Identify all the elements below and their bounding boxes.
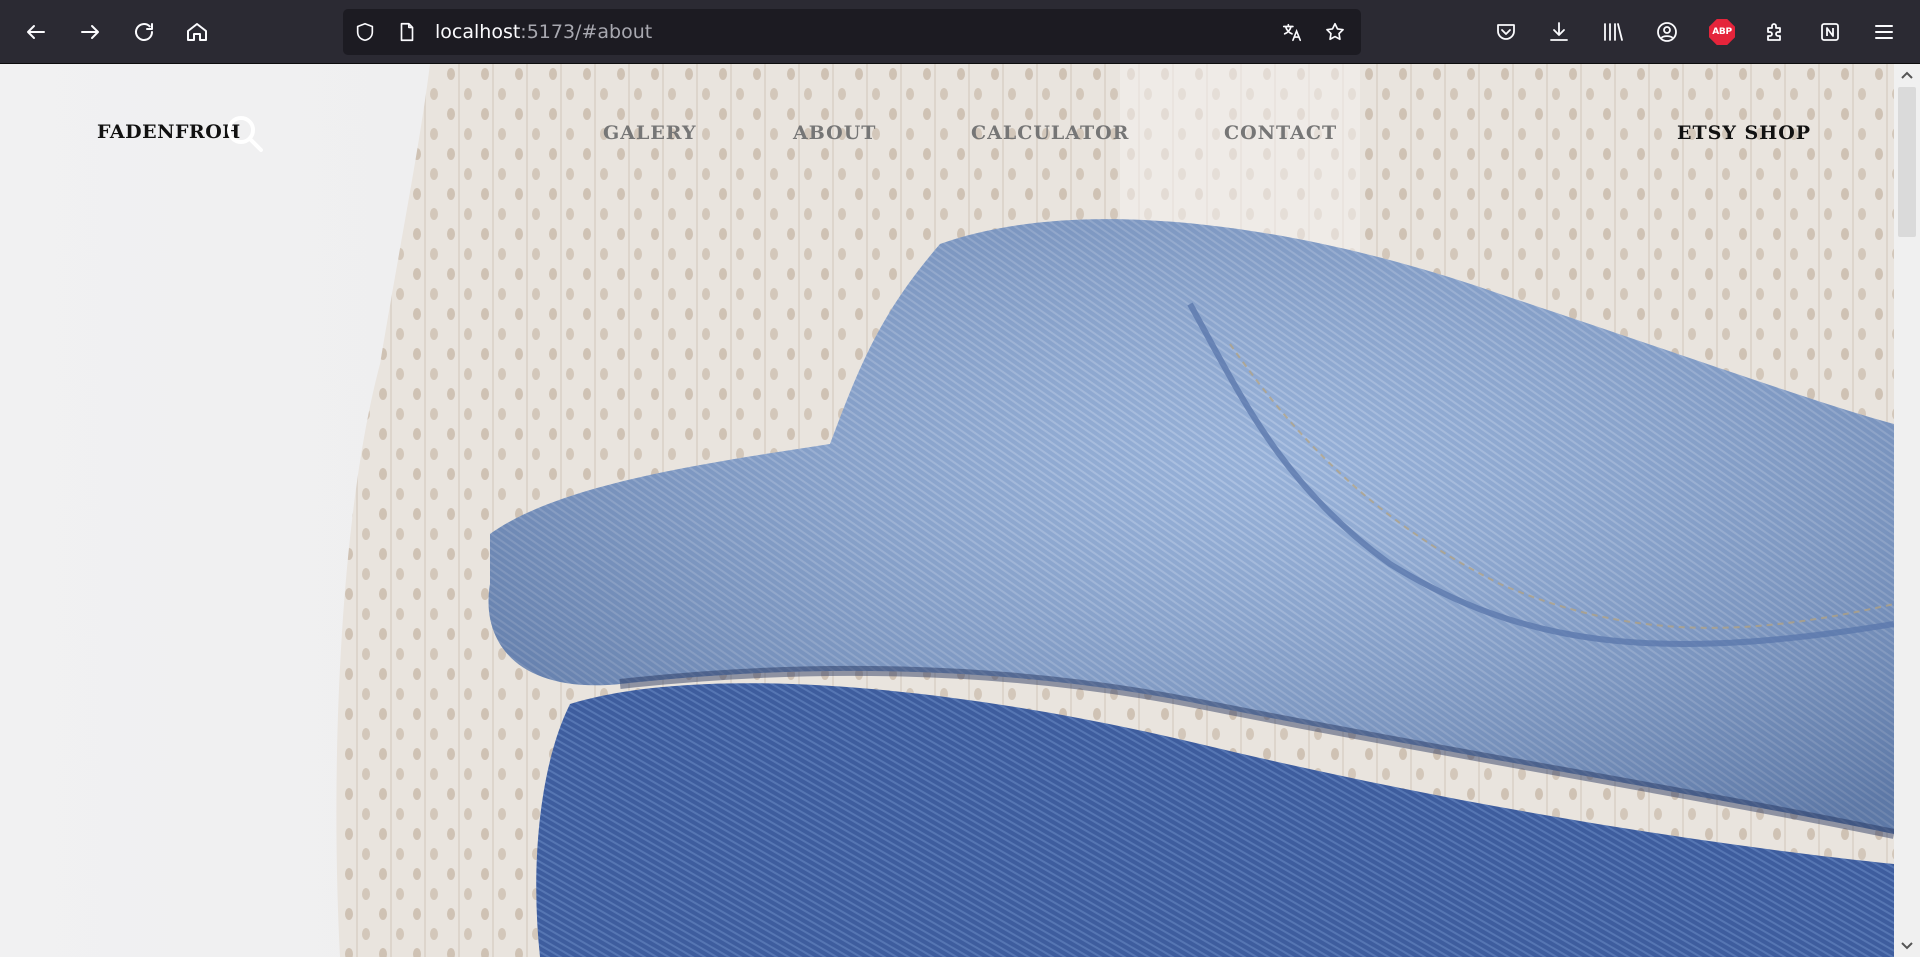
account-icon: [1657, 22, 1677, 42]
url-host: localhost: [435, 21, 521, 43]
browser-toolbar: localhost:5173/#about ABP: [0, 0, 1920, 64]
library-icon: [1604, 23, 1623, 41]
puzzle-icon: [1767, 23, 1781, 41]
url-text[interactable]: localhost:5173/#about: [435, 21, 652, 43]
extensions-button[interactable]: [1759, 16, 1791, 48]
brand-logo[interactable]: FADENFROH: [97, 121, 241, 143]
page-viewport: FADENFROH GALERY ABOUT CALCULATOR CONTAC…: [0, 64, 1894, 957]
home-icon: [187, 23, 207, 41]
nav-link-about[interactable]: ABOUT: [793, 122, 876, 144]
downloads-button[interactable]: [1543, 16, 1575, 48]
hamburger-menu-icon: [1875, 25, 1893, 39]
adblock-plus-button[interactable]: ABP: [1706, 16, 1738, 48]
search-icon[interactable]: [223, 112, 265, 154]
pocket-icon: [1497, 24, 1515, 40]
nav-link-galery[interactable]: GALERY: [603, 122, 697, 144]
download-icon: [1550, 22, 1568, 41]
notion-button[interactable]: [1814, 16, 1846, 48]
notion-icon: [1821, 23, 1839, 41]
pocket-button[interactable]: [1490, 16, 1522, 48]
scroll-up-icon[interactable]: [1901, 70, 1913, 80]
tracking-shield-icon[interactable]: [353, 20, 377, 44]
scrollbar-thumb[interactable]: [1898, 87, 1916, 237]
arrow-left-icon: [27, 25, 45, 39]
page-scrollbar[interactable]: [1894, 64, 1920, 957]
translate-icon[interactable]: [1280, 20, 1304, 44]
scroll-down-icon[interactable]: [1901, 941, 1913, 951]
forward-button[interactable]: [72, 14, 108, 50]
home-button[interactable]: [179, 14, 215, 50]
library-button[interactable]: [1597, 16, 1629, 48]
reload-button[interactable]: [126, 14, 162, 50]
etsy-shop-link[interactable]: ETSY SHOP: [1677, 122, 1811, 144]
nav-link-calculator[interactable]: CALCULATOR: [971, 122, 1129, 144]
arrow-right-icon: [81, 25, 99, 39]
abp-icon: ABP: [1709, 19, 1735, 45]
url-path: :5173/#about: [520, 21, 653, 43]
site-navbar: FADENFROH GALERY ABOUT CALCULATOR CONTAC…: [0, 64, 1894, 204]
page-info-icon[interactable]: [395, 20, 419, 44]
nav-link-contact[interactable]: CONTACT: [1224, 122, 1337, 144]
back-button[interactable]: [18, 14, 54, 50]
star-icon[interactable]: [1323, 20, 1347, 44]
address-bar[interactable]: localhost:5173/#about: [343, 9, 1361, 55]
reload-icon: [135, 23, 153, 41]
app-menu-button[interactable]: [1868, 16, 1900, 48]
account-button[interactable]: [1651, 16, 1683, 48]
